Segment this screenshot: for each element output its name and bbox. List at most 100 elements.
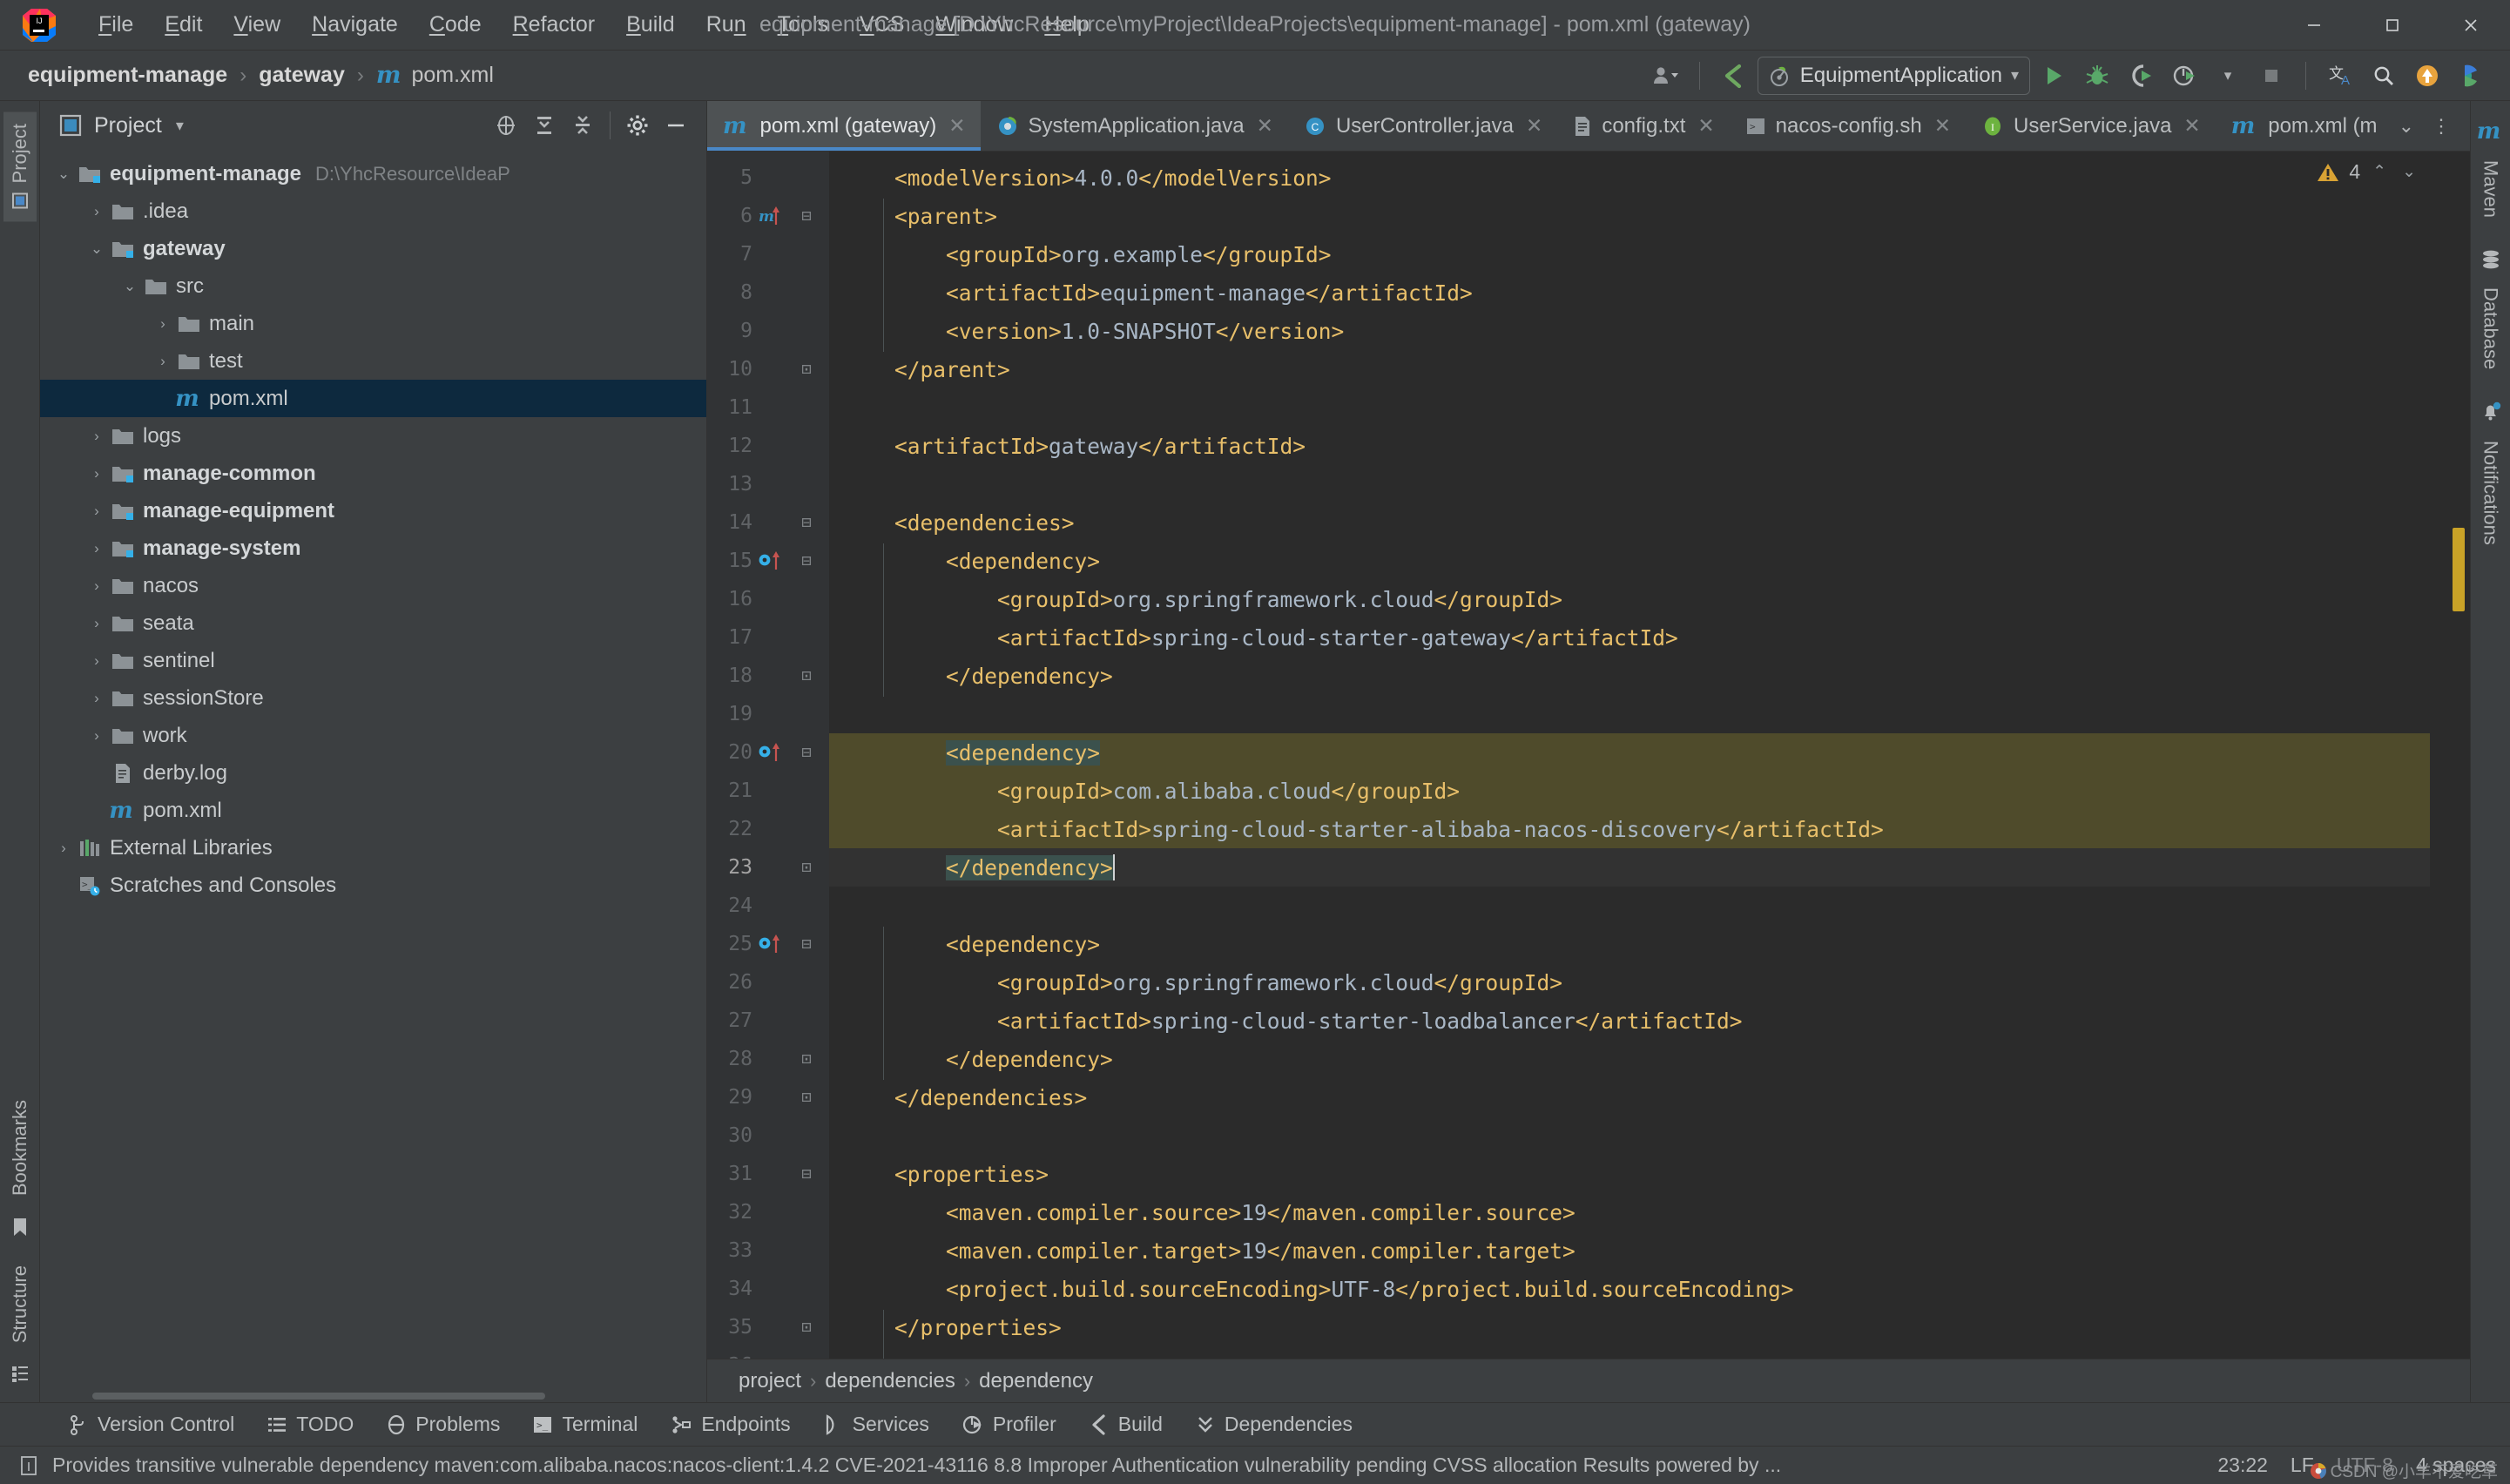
gutter-line-9[interactable]: 9 [707,312,829,350]
tree-expand-arrow-icon[interactable]: › [152,315,174,333]
code-fold-icon[interactable]: ⊡ [787,1318,826,1337]
editor-tab-nacos-config-sh[interactable]: > nacos-config.sh ✕ [1730,101,1966,151]
tree-node-gateway[interactable]: ⌄ gateway [40,230,706,267]
sidebar-item-notifications[interactable]: Notifications [2474,428,2507,557]
code-line-24[interactable] [829,887,2430,925]
code-line-25[interactable]: <dependency> [829,925,2430,963]
tree-node-test[interactable]: › test [40,342,706,380]
next-problem-icon[interactable]: ⌄ [2399,162,2419,182]
code-line-35[interactable]: </properties> [829,1308,2430,1346]
tree-node-pom-xml[interactable]: m pom.xml [40,380,706,417]
scrollbar-thumb[interactable] [92,1393,545,1400]
stop-icon[interactable] [2251,57,2291,95]
menu-code[interactable]: Code [415,7,496,43]
menu-vcs[interactable]: VCS [845,7,919,43]
update-project-icon[interactable] [2407,57,2447,95]
search-everywhere-icon[interactable] [2364,57,2404,95]
code-line-34[interactable]: <project.build.sourceEncoding> UTF-8 </pro… [829,1270,2430,1308]
close-icon[interactable]: ✕ [1932,114,1953,138]
code-line-19[interactable] [829,695,2430,733]
close-icon[interactable]: ✕ [1523,114,1545,138]
translate-icon[interactable]: 文 A [2320,57,2360,95]
breadcrumb-module[interactable]: gateway [252,59,352,91]
gutter-line-20[interactable]: 20 ⊟ [707,733,829,772]
code-fold-icon[interactable]: ⊟ [787,513,826,532]
code-fold-icon[interactable]: ⊡ [787,360,826,379]
status-time[interactable]: 23:22 [2217,1454,2268,1477]
editor-tab-bar[interactable]: m pom.xml (gateway) ✕ SystemApplication.jav… [707,101,2470,152]
dependency-nav-icon[interactable] [752,739,787,766]
sidebar-item-maven[interactable]: Maven [2474,148,2507,230]
dependency-nav-icon[interactable] [752,931,787,957]
gutter-line-7[interactable]: 7 [707,235,829,273]
tool-window-terminal[interactable]: >_ Terminal [516,1408,654,1440]
maximize-button[interactable] [2353,0,2432,50]
code-fold-icon[interactable]: ⊡ [787,1088,826,1107]
editor-tab-pom-xml-gateway-[interactable]: m pom.xml (gateway) ✕ [707,101,981,151]
bottom-tool-window-bar[interactable]: Version Control TODO Problems >_ Terminal End… [0,1402,2510,1446]
tree-expand-arrow-icon[interactable]: › [85,727,108,745]
tool-window-dependencies[interactable]: Dependencies [1179,1408,1369,1440]
gutter-line-34[interactable]: 34 [707,1270,829,1308]
tool-window-build[interactable]: Build [1073,1408,1179,1440]
run-icon[interactable] [2034,57,2074,95]
tool-window-services[interactable]: Services [807,1408,946,1440]
gutter-line-15[interactable]: 15 ⊟ [707,542,829,580]
menu-build[interactable]: Build [611,7,690,43]
code-line-16[interactable]: <groupId> org.springframework.cloud </grou… [829,580,2430,618]
gutter-line-18[interactable]: 18 ⊡ [707,657,829,695]
tool-window-endpoints[interactable]: Endpoints [654,1408,806,1440]
tree-node-work[interactable]: › work [40,717,706,754]
code-line-11[interactable] [829,388,2430,427]
tree-node-scratches-and-consoles[interactable]: >_ Scratches and Consoles [40,867,706,904]
menu-tools[interactable]: Tools [763,7,843,43]
gutter-line-22[interactable]: 22 [707,810,829,848]
code-fold-icon[interactable]: ⊟ [787,551,826,570]
tree-expand-arrow-icon[interactable]: › [52,840,75,857]
status-message[interactable]: Provides transitive vulnerable dependenc… [52,1454,1781,1477]
tree-node-external-libraries[interactable]: › External Libraries [40,829,706,867]
tree-node-seata[interactable]: › seata [40,604,706,642]
tree-expand-arrow-icon[interactable]: › [85,503,108,520]
close-icon[interactable]: ✕ [1695,114,1717,138]
tree-node--idea[interactable]: › .idea [40,192,706,230]
tree-node-nacos[interactable]: › nacos [40,567,706,604]
tree-node-logs[interactable]: › logs [40,417,706,455]
editor-tab-config-txt[interactable]: config.txt ✕ [1557,101,1729,151]
editor-breadcrumb-dependency[interactable]: dependency [970,1367,1102,1395]
gutter-line-16[interactable]: 16 [707,580,829,618]
gutter-line-36[interactable]: 36 [707,1346,829,1359]
editor-breadcrumb-dependencies[interactable]: dependencies [816,1367,963,1395]
code-line-14[interactable]: <dependencies> [829,503,2430,542]
gutter-line-26[interactable]: 26 [707,963,829,1002]
code-line-6[interactable]: <parent> [829,197,2430,235]
select-opened-file-icon[interactable] [488,108,524,143]
close-icon[interactable]: ✕ [1254,114,1276,138]
code-fold-icon[interactable]: ⊡ [787,666,826,685]
tool-window-problems[interactable]: Problems [370,1408,516,1440]
editor-marker-bar[interactable] [2430,152,2470,1359]
code-line-30[interactable] [829,1116,2430,1155]
code-line-23[interactable]: </dependency> [829,848,2430,887]
code-line-31[interactable]: <properties> [829,1155,2430,1193]
gutter-line-5[interactable]: 5 [707,159,829,197]
tree-expand-arrow-icon[interactable]: › [85,428,108,445]
menu-help[interactable]: Help [1029,7,1103,43]
settings-gear-icon[interactable] [619,108,656,143]
tree-node-main[interactable]: › main [40,305,706,342]
code-fold-icon[interactable]: ⊟ [787,743,826,762]
editor-tab-systemapplication-java[interactable]: SystemApplication.java ✕ [981,101,1288,151]
code-line-32[interactable]: <maven.compiler.source> 19 </maven.compile… [829,1193,2430,1231]
editor-breadcrumb-project[interactable]: project [730,1367,810,1395]
tree-collapse-arrow-icon[interactable]: ⌄ [85,240,108,258]
user-avatar-icon[interactable] [1645,57,1685,95]
expand-all-icon[interactable] [526,108,563,143]
editor-tab-pom-xml-m[interactable]: m pom.xml (m [2216,101,2390,151]
maven-m-up-icon[interactable]: m [752,203,787,229]
sidebar-item-structure[interactable]: Structure [3,1253,37,1355]
project-tree-hscrollbar[interactable] [40,1390,706,1402]
code-fold-icon[interactable]: ⊟ [787,206,826,226]
tree-node-sentinel[interactable]: › sentinel [40,642,706,679]
inspection-widget[interactable]: 4 ⌃ ⌄ [2316,160,2419,184]
code-line-7[interactable]: <groupId> org.example </groupId> [829,235,2430,273]
